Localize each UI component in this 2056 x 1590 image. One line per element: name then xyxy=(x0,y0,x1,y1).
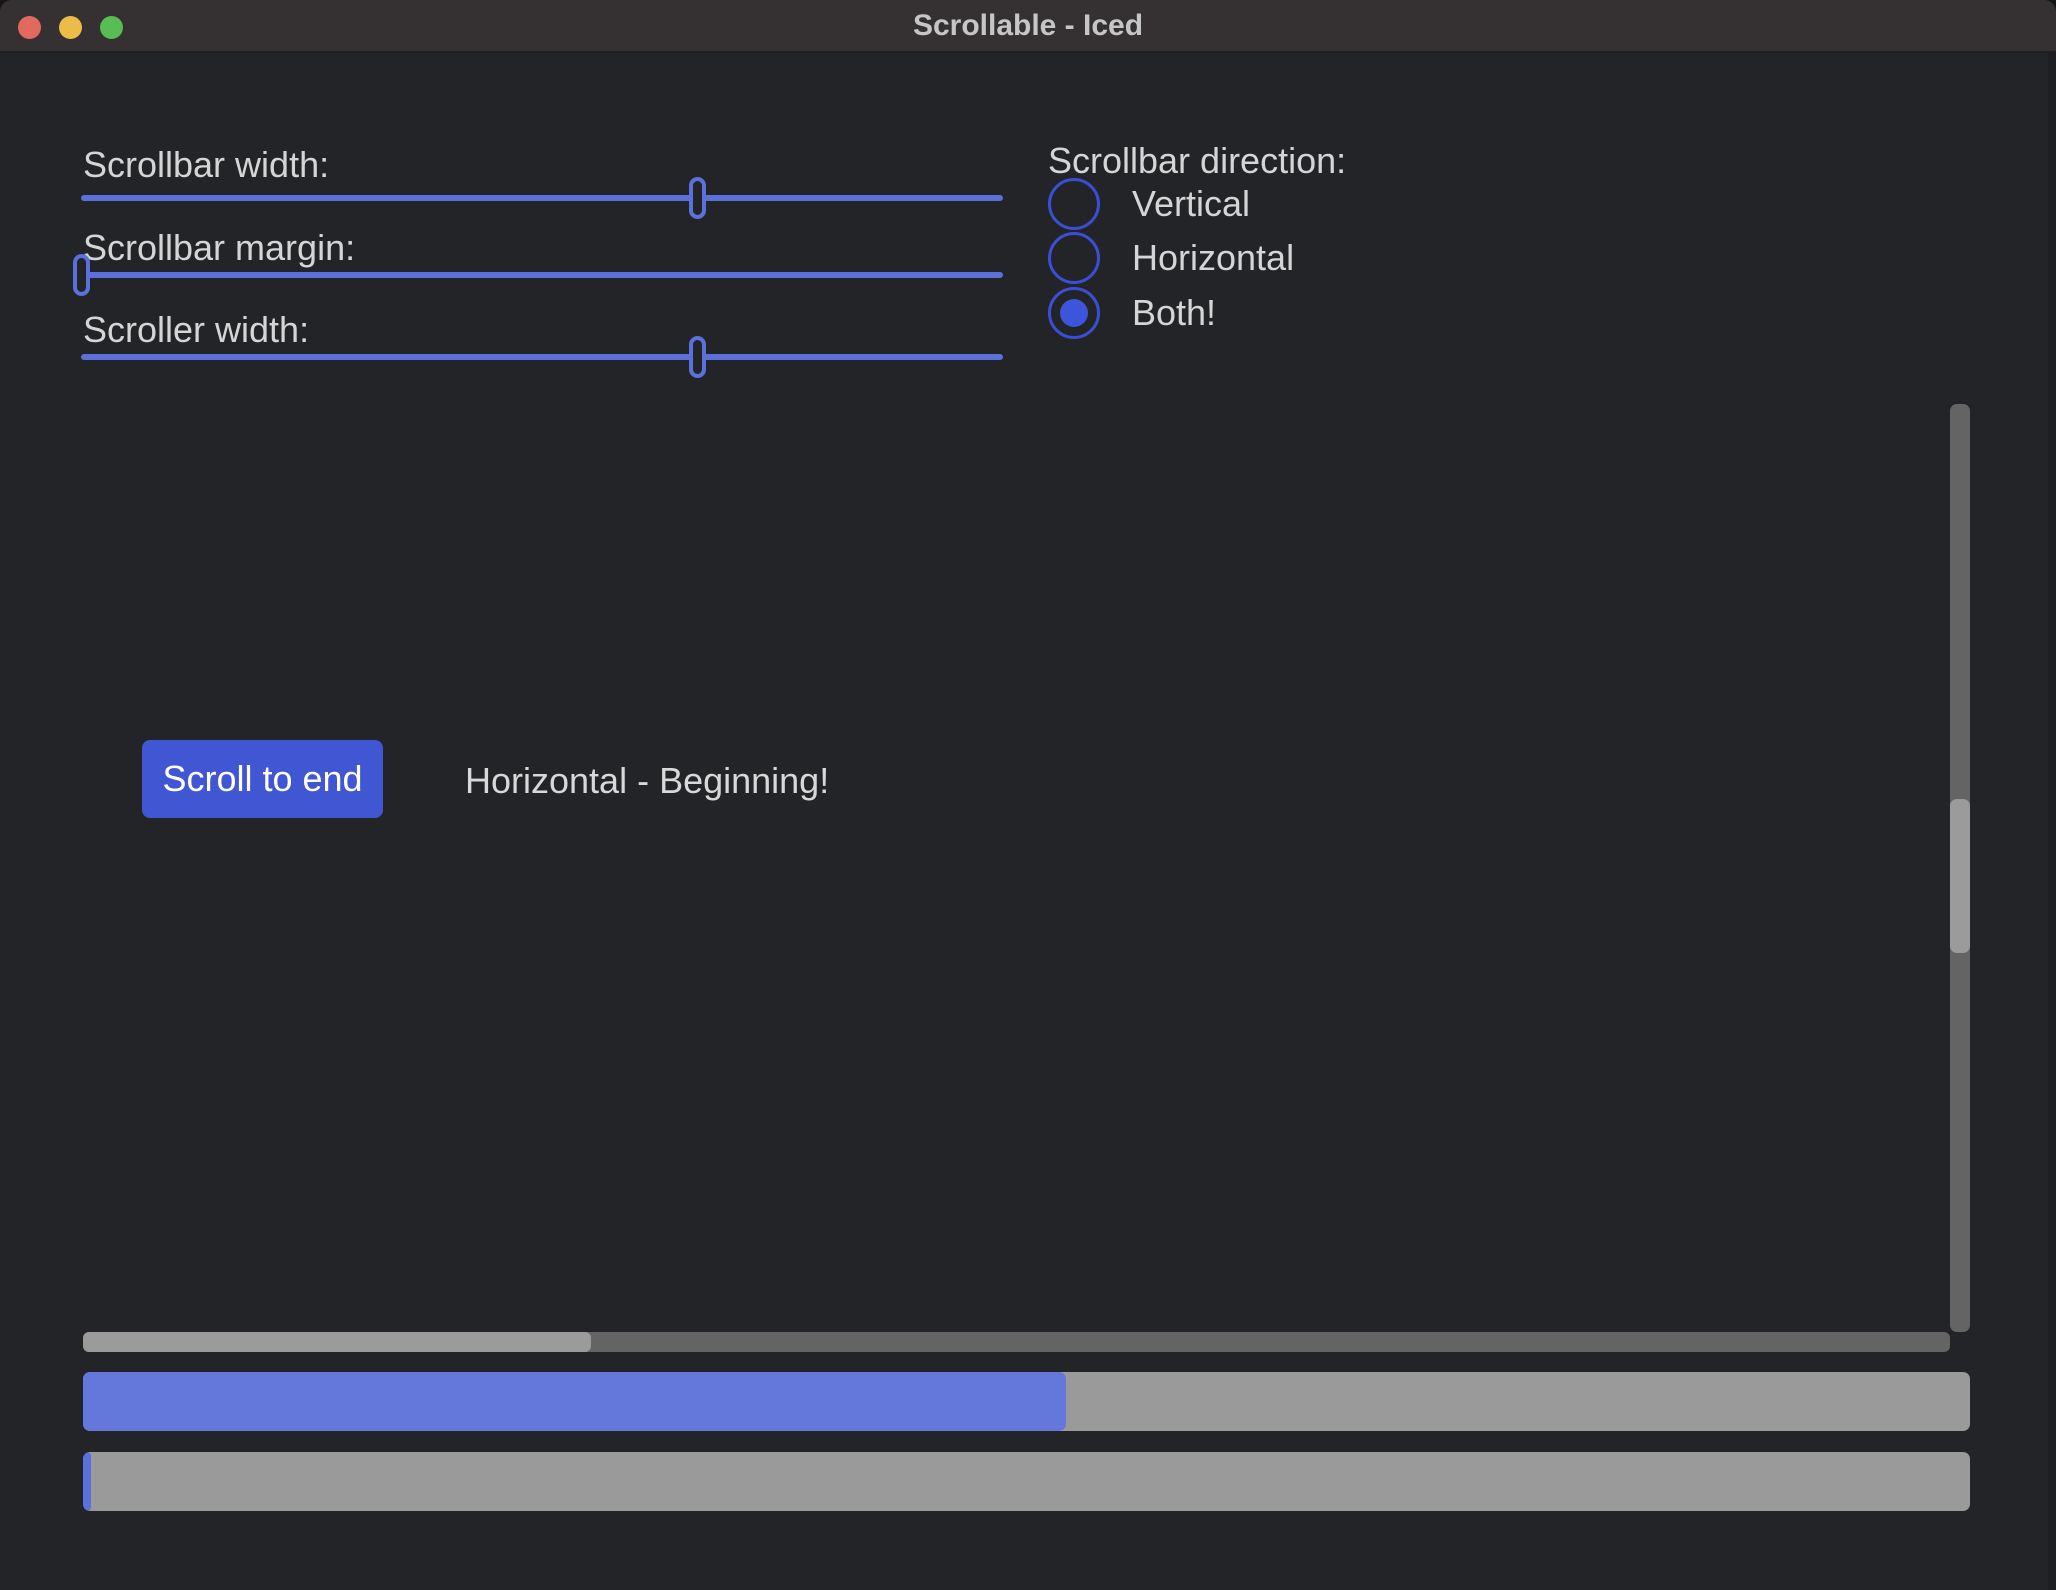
radio-option-horizontal[interactable]: Horizontal xyxy=(1048,232,1294,284)
radio-option-vertical[interactable]: Vertical xyxy=(1048,178,1250,230)
progress-fill xyxy=(83,1452,91,1511)
radio-circle[interactable] xyxy=(1048,287,1100,339)
radio-circle[interactable] xyxy=(1048,232,1100,284)
progress-fill xyxy=(83,1372,1066,1431)
scrollbar-direction-label: Scrollbar direction: xyxy=(1048,139,1346,183)
scroll-status-text: Horizontal - Beginning! xyxy=(465,759,829,803)
radio-label: Both! xyxy=(1132,292,1216,334)
scrollbar-width-slider[interactable] xyxy=(81,177,1003,219)
scroll-to-end-button[interactable]: Scroll to end xyxy=(142,740,383,818)
slider-handle[interactable] xyxy=(73,254,90,296)
slider-handle[interactable] xyxy=(689,177,706,219)
horizontal-scroller-thumb[interactable] xyxy=(83,1332,591,1352)
vertical-scroll-progress-bar xyxy=(83,1372,1970,1431)
radio-circle[interactable] xyxy=(1048,178,1100,230)
horizontal-scroll-progress-bar xyxy=(83,1452,1970,1511)
titlebar[interactable]: Scrollable - Iced xyxy=(0,0,2056,53)
radio-label: Horizontal xyxy=(1132,237,1294,279)
slider-rail[interactable] xyxy=(81,272,1003,278)
slider-rail[interactable] xyxy=(81,354,1003,360)
scroller-width-slider[interactable] xyxy=(81,336,1003,378)
radio-selected-dot xyxy=(1060,299,1088,327)
slider-handle[interactable] xyxy=(689,336,706,378)
horizontal-scrollbar[interactable] xyxy=(83,1332,1950,1352)
vertical-scroller-thumb[interactable] xyxy=(1950,799,1970,953)
window-right-edge xyxy=(2048,53,2056,1590)
scrollbar-margin-slider[interactable] xyxy=(81,254,1003,296)
app-window: Scrollable - Iced Scrollbar width: Scrol… xyxy=(0,0,2056,1590)
radio-label: Vertical xyxy=(1132,183,1250,225)
radio-option-both[interactable]: Both! xyxy=(1048,287,1216,339)
slider-rail[interactable] xyxy=(81,195,1003,201)
window-title: Scrollable - Iced xyxy=(0,0,2056,53)
vertical-scrollbar[interactable] xyxy=(1950,404,1970,1332)
